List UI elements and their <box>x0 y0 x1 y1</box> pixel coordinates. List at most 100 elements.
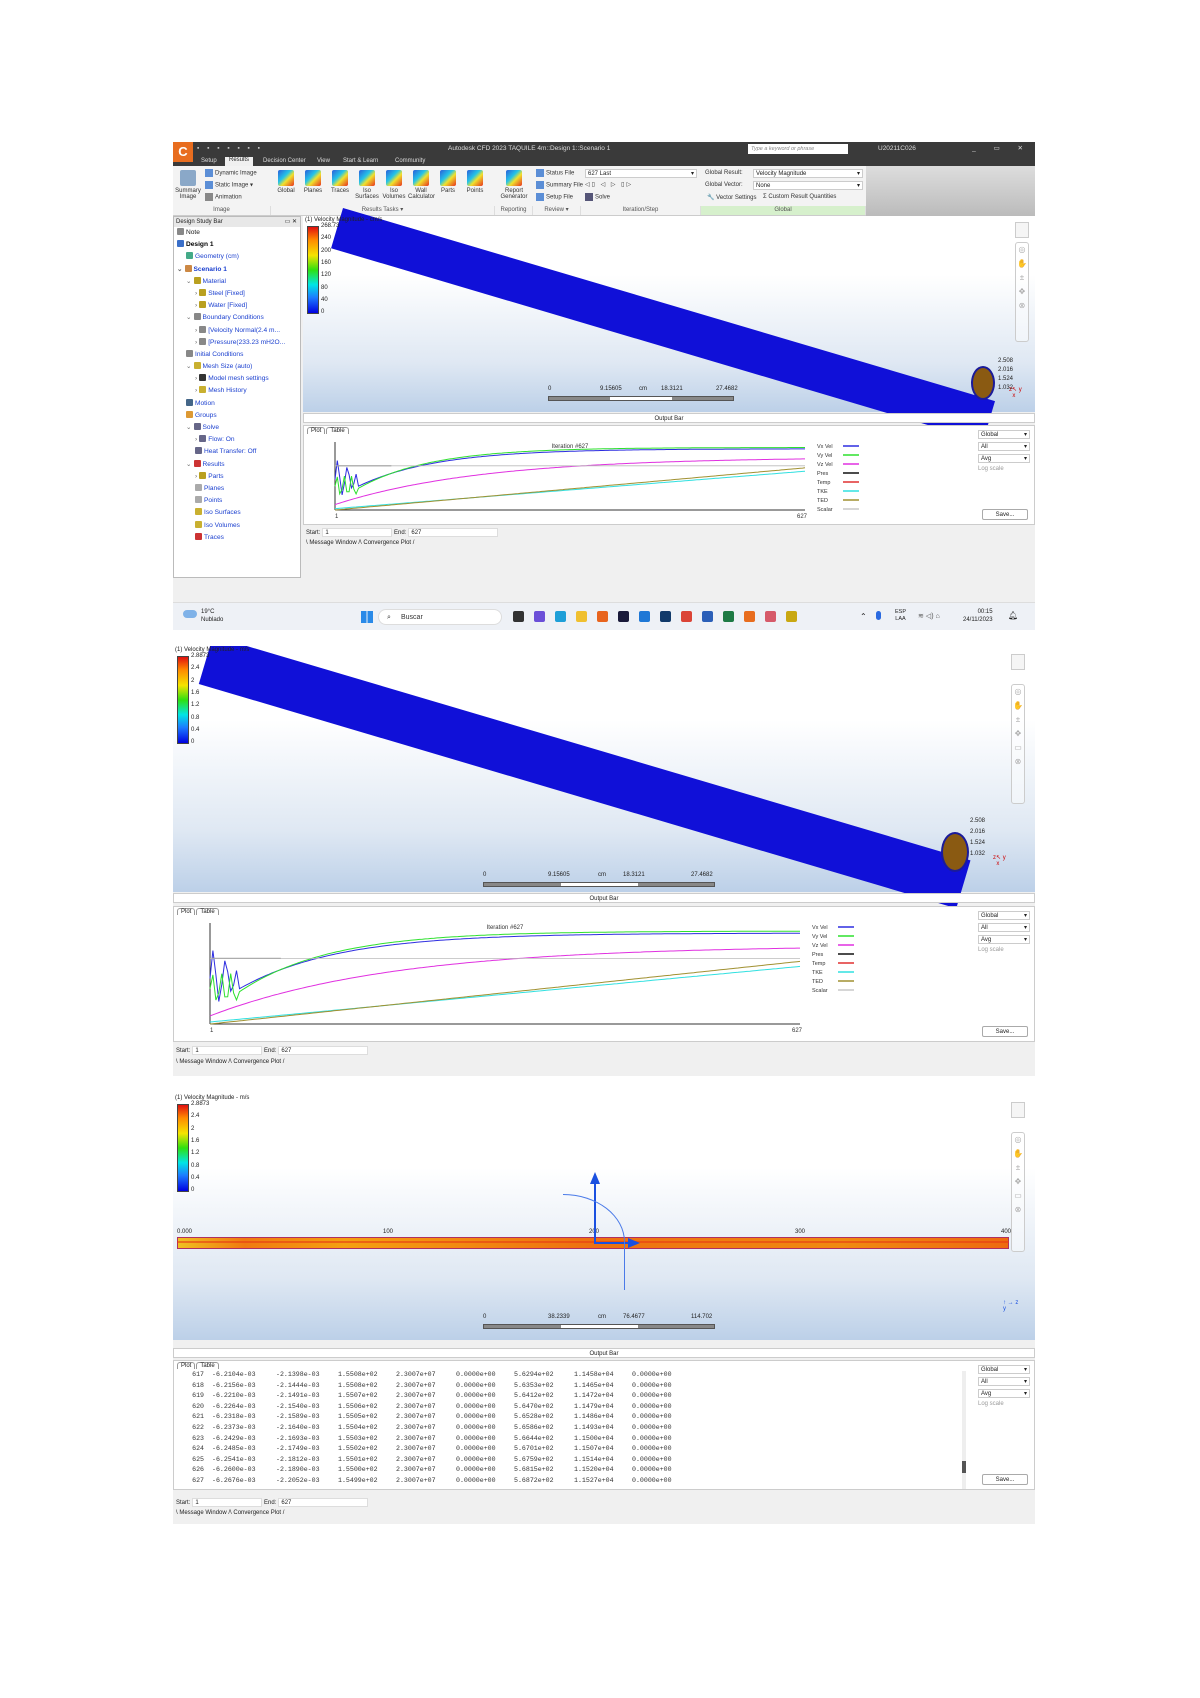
tab-table[interactable]: Table <box>196 908 219 915</box>
view-cube[interactable] <box>1015 222 1029 238</box>
tab-setup[interactable]: Setup <box>201 158 217 164</box>
tree-item[interactable]: Groups <box>174 410 300 422</box>
setup-file-button[interactable]: Setup File <box>536 193 573 201</box>
expander-icon[interactable]: ⌄ <box>177 266 183 273</box>
user-account[interactable]: U20211C026 <box>878 145 916 152</box>
tab-plot[interactable]: Plot <box>177 908 196 915</box>
app-menu-button[interactable]: C <box>173 142 193 162</box>
taskbar-app-chat-icon[interactable] <box>534 611 545 622</box>
log-scale-checkbox[interactable]: Log scale <box>978 1401 1030 1407</box>
taskbar-app-chrome-icon[interactable] <box>681 611 692 622</box>
tab-convergence-plot[interactable]: Convergence Plot <box>233 1510 281 1516</box>
iteration-select[interactable]: 627 Last <box>585 169 697 178</box>
view-cube[interactable] <box>1011 654 1025 670</box>
navigation-bar[interactable]: ◎ ✋ ± ✥ ▭ ⊗ <box>1011 1132 1025 1252</box>
results-task-iso-surfaces-button[interactable]: Iso Surfaces <box>354 170 380 200</box>
tree-item[interactable]: ⌄ Scenario 1 <box>174 264 300 276</box>
results-task-parts-button[interactable]: Parts <box>435 170 461 194</box>
expander-icon[interactable]: › <box>195 327 197 334</box>
tab-table[interactable]: Table <box>326 427 349 434</box>
viewport-3d[interactable]: (1) Velocity Magnitude - cm/s 268.73 240 2… <box>303 208 1035 442</box>
tree-item[interactable]: › Parts <box>174 471 300 483</box>
tab-convergence-plot[interactable]: Convergence Plot <box>233 1059 281 1065</box>
custom-result-quantities-button[interactable]: Σ Custom Result Quantities <box>763 194 836 200</box>
tab-plot[interactable]: Plot <box>177 1362 196 1369</box>
table-option-select[interactable]: Avg <box>978 1389 1030 1398</box>
expander-icon[interactable]: ⌄ <box>186 314 192 321</box>
taskbar-app-dropbox-icon[interactable] <box>618 611 629 622</box>
tree-item[interactable]: Iso Surfaces <box>174 507 300 519</box>
windows-start-icon[interactable] <box>361 611 373 623</box>
quick-access-toolbar[interactable]: ▪ ▪ ▪ ▪ ▪ ▪ ▪ <box>197 145 263 152</box>
expander-icon[interactable]: › <box>195 473 197 480</box>
expander-icon[interactable]: › <box>195 339 197 346</box>
expander-icon[interactable]: ⌄ <box>186 424 192 431</box>
taskbar-app-autodesk-cfd-icon[interactable] <box>744 611 755 622</box>
network-volume-battery-icons[interactable]: ≋ ◁) ⌂ <box>918 612 940 620</box>
end-input[interactable]: 627 <box>278 1046 369 1055</box>
weather-widget[interactable]: 19°C Nublado <box>201 608 223 624</box>
tree-item[interactable]: › Model mesh settings <box>174 373 300 385</box>
tree-item[interactable]: ⌄ Material <box>174 276 300 288</box>
results-task-points-button[interactable]: Points <box>462 170 488 194</box>
end-input[interactable]: 627 <box>408 528 499 537</box>
global-result-select[interactable]: Velocity Magnitude <box>753 169 863 178</box>
results-task-traces-button[interactable]: Traces <box>327 170 353 194</box>
tree-item[interactable]: › Water [Fixed] <box>174 300 300 312</box>
log-scale-checkbox[interactable]: Log scale <box>978 947 1030 953</box>
tree-item[interactable]: Geometry (cm) <box>174 251 300 263</box>
group-label-results-tasks[interactable]: Results Tasks ▾ <box>271 206 495 215</box>
tree-item[interactable]: Design 1 <box>174 239 300 251</box>
table-option-select[interactable]: Global <box>978 1365 1030 1374</box>
tab-results[interactable]: Results <box>225 157 254 166</box>
view-cube[interactable] <box>1011 1102 1025 1118</box>
expander-icon[interactable]: ⌄ <box>186 461 192 468</box>
tab-start-learn[interactable]: Start & Learn <box>343 158 378 164</box>
tree-item[interactable]: › [Pressure(233.23 mH2O... <box>174 337 300 349</box>
tree-item[interactable]: Traces <box>174 532 300 544</box>
results-task-planes-button[interactable]: Planes <box>300 170 326 194</box>
tab-table[interactable]: Table <box>196 1362 219 1369</box>
end-input[interactable]: 627 <box>278 1498 369 1507</box>
taskbar-app-snipping-tool-icon[interactable] <box>765 611 776 622</box>
navigation-bar[interactable]: ◎ ✋ ± ✥ ⊗ <box>1015 242 1029 342</box>
plot-option-select[interactable]: All <box>978 923 1030 932</box>
results-task-global-button[interactable]: Global <box>273 170 299 194</box>
save-button[interactable]: Save... <box>982 1474 1028 1485</box>
table-option-select[interactable]: All <box>978 1377 1030 1386</box>
tree-item[interactable]: ⌄ Boundary Conditions <box>174 312 300 324</box>
taskbar-app-app-store-icon[interactable] <box>660 611 671 622</box>
viewport-3d[interactable]: (1) Velocity Magnitude - m/s 2.8873 2.4 2 1… <box>173 646 1035 909</box>
start-input[interactable]: 1 <box>192 1498 263 1507</box>
start-input[interactable]: 1 <box>322 528 393 537</box>
global-vector-select[interactable]: None <box>753 181 863 190</box>
summary-image-button[interactable]: Summary Image <box>175 170 201 200</box>
animation-button[interactable]: Animation <box>205 193 242 201</box>
tree-item[interactable]: › Steel [Fixed] <box>174 288 300 300</box>
taskbar-app-inventor-icon[interactable] <box>786 611 797 622</box>
tree-item[interactable]: Initial Conditions <box>174 349 300 361</box>
window-controls[interactable]: _ ▭ ✕ <box>972 144 1031 152</box>
static-image-button[interactable]: Static Image ▾ <box>205 181 253 189</box>
tree-item[interactable]: Planes <box>174 483 300 495</box>
results-task-wall-calculator-button[interactable]: Wall Calculator <box>408 170 435 200</box>
expander-icon[interactable]: › <box>195 302 197 309</box>
tree-item[interactable]: › Mesh History <box>174 385 300 397</box>
taskbar-app-firefox-icon[interactable] <box>597 611 608 622</box>
dynamic-image-button[interactable]: Dynamic Image <box>205 169 257 177</box>
tab-plot[interactable]: Plot <box>307 427 326 434</box>
plot-option-select[interactable]: Global <box>978 430 1030 439</box>
tree-item[interactable]: Note <box>174 227 300 239</box>
tree-item[interactable]: Motion <box>174 398 300 410</box>
vector-settings-button[interactable]: 🔧 Vector Settings <box>707 194 757 201</box>
plot-option-select[interactable]: Global <box>978 911 1030 920</box>
microphone-icon[interactable] <box>876 611 881 620</box>
expander-icon[interactable]: ⌄ <box>186 363 192 370</box>
group-label-review[interactable]: Review ▾ <box>533 206 581 215</box>
taskbar-app-mail-icon[interactable] <box>639 611 650 622</box>
step-controls[interactable]: ◁▯ ◁ ▷ ▯▷ <box>585 181 633 188</box>
tree-item[interactable]: Points <box>174 495 300 507</box>
language-indicator[interactable]: ESP LAA <box>895 609 906 623</box>
help-search-input[interactable]: Type a keyword or phrase <box>748 144 848 154</box>
plot-option-select[interactable]: Avg <box>978 935 1030 944</box>
